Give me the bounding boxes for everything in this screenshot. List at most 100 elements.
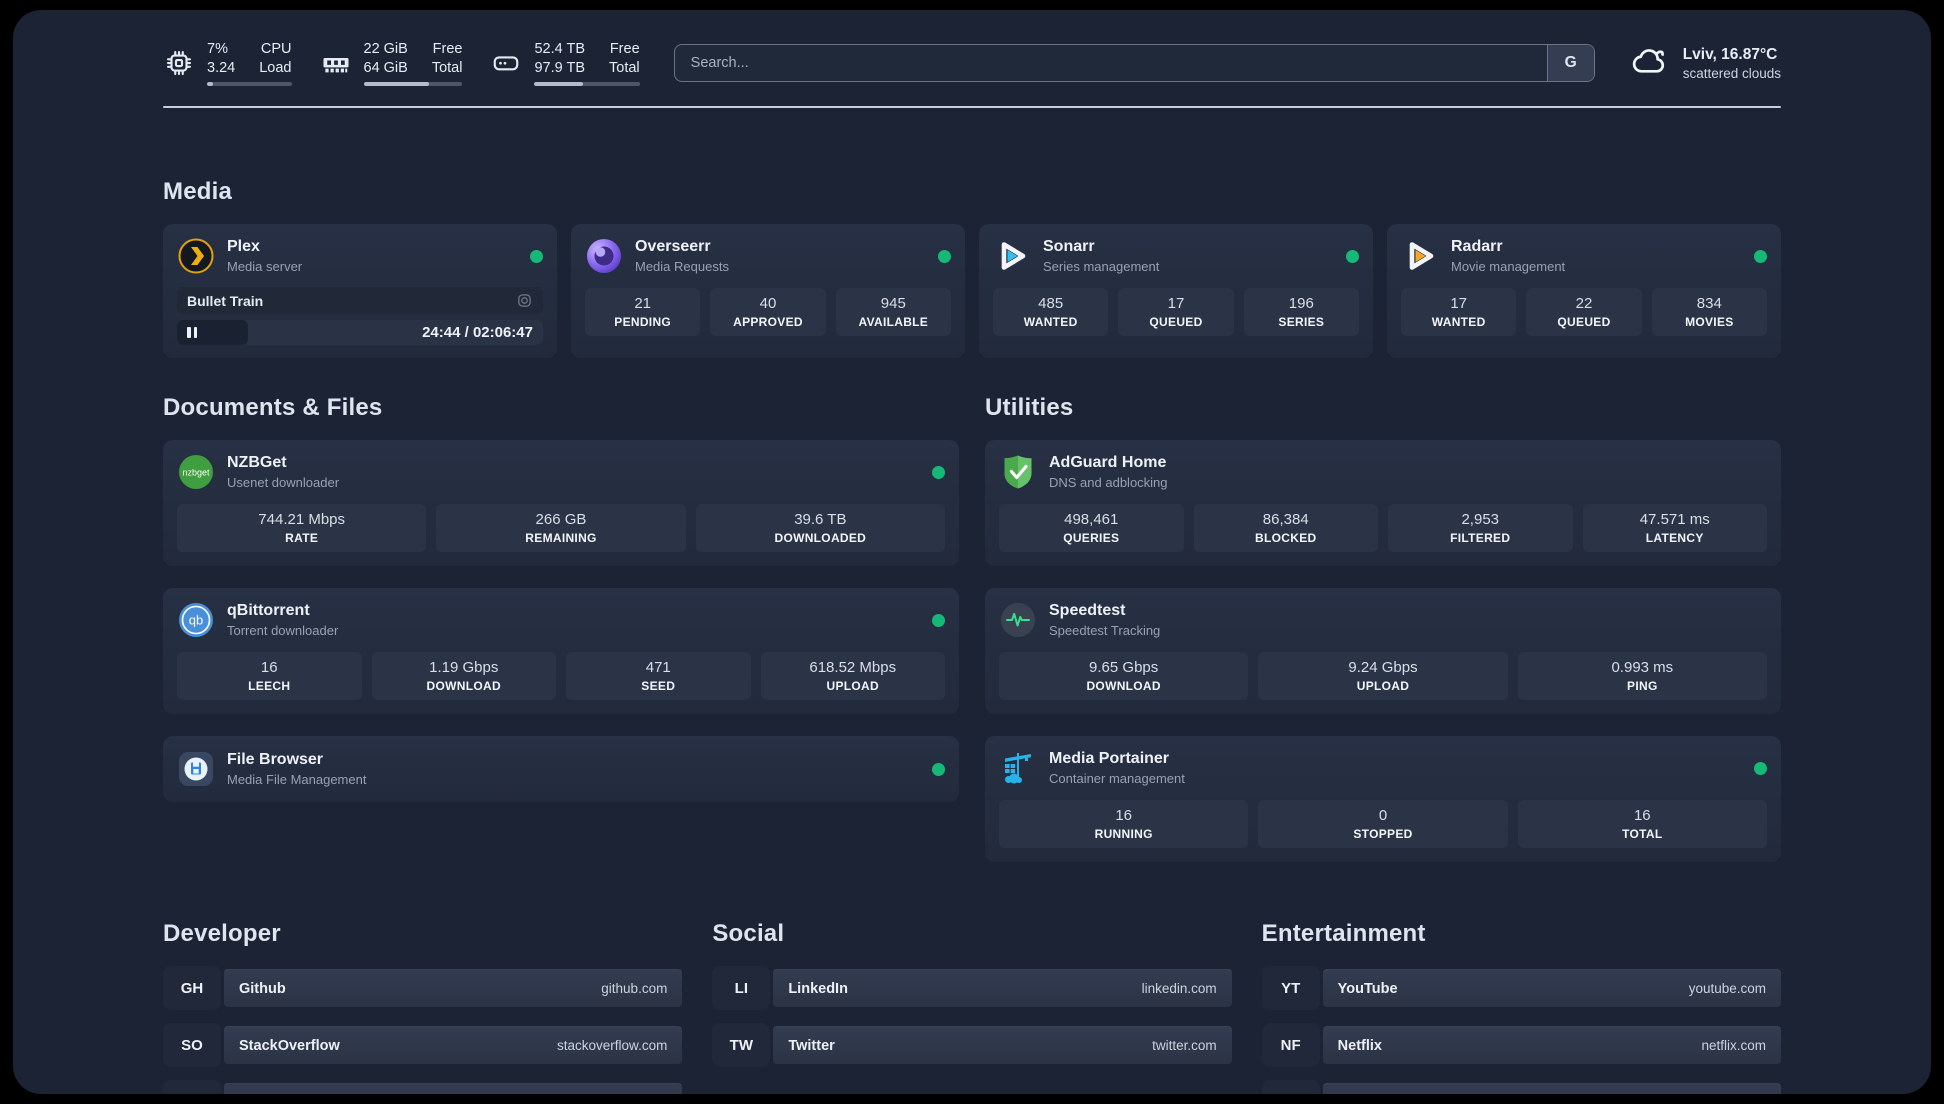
speedtest-icon — [999, 601, 1037, 639]
app-card-portainer[interactable]: Media Portainer Container management 16 R… — [985, 736, 1781, 862]
bookmark-abbr: RE — [1261, 1080, 1320, 1094]
overseerr-icon — [585, 237, 623, 275]
cpu-icon — [163, 47, 195, 79]
search-input[interactable] — [674, 45, 1547, 81]
section-title-media: Media — [163, 178, 233, 205]
weather-condition: scattered clouds — [1682, 65, 1781, 81]
memory-free-label: Free — [432, 40, 463, 57]
bookmark-linkedin[interactable]: LI LinkedIn linkedin.com — [712, 966, 1232, 1010]
storage-free-label: Free — [609, 40, 640, 57]
app-desc: DNS and adblocking — [1049, 475, 1168, 490]
section-title-developer: Developer — [163, 920, 281, 947]
pause-icon[interactable] — [187, 327, 197, 338]
stat-tile: 196 SERIES — [1243, 288, 1359, 336]
memory-total-label: Total — [431, 59, 463, 76]
storage-progress-track — [534, 82, 640, 87]
section-title-entertainment: Entertainment — [1261, 920, 1426, 947]
bookmark-reddit[interactable]: RE Reddit reddit.com — [1261, 1080, 1781, 1094]
radarr-icon — [1401, 237, 1439, 275]
app-card-sonarr[interactable]: Sonarr Series management 485 WANTED 17 QUE… — [979, 224, 1373, 358]
bookmark-stackoverflow[interactable]: SO StackOverflow stackoverflow.com — [163, 1023, 683, 1067]
adguard-icon — [999, 453, 1037, 491]
stat-tile: 834 MOVIES — [1651, 288, 1767, 336]
bookmark-netflix[interactable]: NF Netflix netflix.com — [1261, 1023, 1781, 1067]
app-card-overseerr[interactable]: Overseerr Media Requests 21 PENDING 40 APP… — [571, 224, 965, 358]
app-name: AdGuard Home — [1049, 454, 1167, 471]
bookmark-youtube[interactable]: YT YouTube youtube.com — [1261, 966, 1781, 1010]
status-dot — [1346, 249, 1359, 263]
app-card-adguard[interactable]: AdGuard Home DNS and adblocking 498,461 Q… — [985, 440, 1781, 566]
section-title-documents: Documents & Files — [163, 394, 383, 421]
app-name: Plex — [227, 238, 260, 255]
dashboard-panel: 7% 3.24 CPU Load 22 GiB 64 GiB Free Tota… — [13, 10, 1931, 1094]
app-card-qbittorrent[interactable]: qb qBittorrent Torrent downloader 16 LEEC… — [163, 588, 959, 714]
bookmark-dev[interactable]: DT DEV dev.to — [163, 1080, 683, 1094]
app-card-filebrowser[interactable]: File Browser Media File Management — [163, 736, 959, 802]
stat-tile: 16 RUNNING — [999, 800, 1249, 848]
bookmark-url: stackoverflow.com — [557, 1038, 668, 1053]
cloud-icon — [1631, 42, 1669, 85]
memory-progress-track — [363, 82, 463, 87]
app-desc: Container management — [1049, 771, 1185, 786]
bookmark-abbr: YT — [1261, 966, 1320, 1010]
section-title-utilities: Utilities — [985, 394, 1074, 421]
bookmark-name: LinkedIn — [788, 980, 848, 997]
stat-tile: 9.65 Gbps DOWNLOAD — [999, 652, 1249, 700]
app-desc: Media File Management — [227, 772, 367, 787]
playback-time: 24:44 / 02:06:47 — [422, 324, 533, 341]
storage-widget: 52.4 TB 97.9 TB Free Total — [490, 40, 640, 87]
memory-widget: 22 GiB 64 GiB Free Total — [320, 40, 463, 87]
sonarr-icon — [993, 237, 1031, 275]
plex-icon — [177, 237, 215, 275]
stat-tile: 9.24 Gbps UPLOAD — [1258, 652, 1508, 700]
stat-tile: 266 GB REMAINING — [436, 504, 686, 552]
bookmark-abbr: LI — [712, 966, 771, 1010]
stat-tile: 39.6 TB DOWNLOADED — [695, 504, 945, 552]
stat-tile: 618.52 Mbps UPLOAD — [760, 652, 945, 700]
bookmark-abbr: TW — [712, 1023, 771, 1067]
app-desc: Usenet downloader — [227, 475, 340, 490]
app-name: Media Portainer — [1049, 750, 1170, 767]
app-name: NZBGet — [227, 454, 287, 471]
top-bar: 7% 3.24 CPU Load 22 GiB 64 GiB Free Tota… — [163, 36, 1781, 90]
app-card-nzbget[interactable]: nzbget NZBGet Usenet downloader 744.21 M… — [163, 440, 959, 566]
bookmark-abbr: DT — [163, 1080, 221, 1094]
stat-tile: 17 QUEUED — [1118, 288, 1234, 336]
nzbget-icon: nzbget — [177, 453, 215, 491]
app-card-speedtest[interactable]: Speedtest Speedtest Tracking 9.65 Gbps DO… — [985, 588, 1781, 714]
app-name: File Browser — [227, 751, 324, 768]
app-desc: Speedtest Tracking — [1049, 623, 1161, 638]
stat-tile: 945 AVAILABLE — [835, 288, 951, 336]
qbittorrent-icon: qb — [177, 601, 215, 639]
status-dot — [1754, 761, 1767, 775]
bookmark-abbr: NF — [1261, 1023, 1320, 1067]
system-resources: 7% 3.24 CPU Load 22 GiB 64 GiB Free Tota… — [163, 40, 640, 87]
bookmark-url: youtube.com — [1688, 981, 1766, 996]
bookmark-abbr: GH — [163, 966, 221, 1010]
section-documents: Documents & Files nzbget NZBGet Usenet d… — [163, 394, 959, 802]
memory-total: 64 GiB — [363, 59, 408, 76]
memory-progress-fill — [363, 82, 429, 87]
section-social: Social LI LinkedIn linkedin.com TW Twitt… — [712, 920, 1232, 1094]
app-card-plex[interactable]: Plex Media server Bullet Train 24:44 / 0… — [163, 224, 557, 358]
bookmark-name: Netflix — [1337, 1037, 1382, 1054]
status-dot — [530, 249, 543, 263]
now-playing-row: Bullet Train — [177, 287, 543, 314]
stat-tile: 498,461 QUERIES — [999, 504, 1184, 552]
search-engine-button[interactable]: G — [1546, 45, 1594, 81]
section-developer: Developer GH Github github.com SO StackO… — [163, 920, 683, 1094]
bookmark-url: twitter.com — [1152, 1038, 1217, 1053]
status-dot — [1754, 249, 1767, 263]
app-name: qBittorrent — [227, 602, 310, 619]
app-card-radarr[interactable]: Radarr Movie management 17 WANTED 22 QUEUE… — [1387, 224, 1781, 358]
bookmark-github[interactable]: GH Github github.com — [163, 966, 683, 1010]
stat-tile: 2,953 FILTERED — [1388, 504, 1573, 552]
bookmark-twitter[interactable]: TW Twitter twitter.com — [712, 1023, 1232, 1067]
header-divider — [163, 106, 1781, 108]
stat-tile: 17 WANTED — [1401, 288, 1517, 336]
stat-tile: 744.21 Mbps RATE — [177, 504, 427, 552]
app-name: Sonarr — [1043, 238, 1095, 255]
bookmark-url: netflix.com — [1701, 1038, 1766, 1053]
portainer-icon — [999, 749, 1037, 787]
cpu-progress-fill — [207, 82, 213, 87]
